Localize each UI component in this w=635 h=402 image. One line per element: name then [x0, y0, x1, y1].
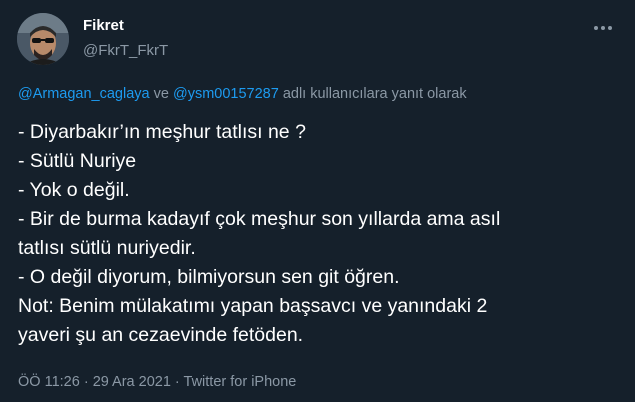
tweet-date[interactable]: 29 Ara 2021: [93, 374, 171, 390]
meta-separator: ·: [79, 374, 93, 390]
avatar-image: [17, 13, 69, 65]
reply-suffix: adlı kullanıcılara yanıt olarak: [278, 86, 467, 102]
tweet-meta: ÖÖ 11:26 · 29 Ara 2021 · Twitter for iPh…: [18, 374, 296, 390]
more-options-icon[interactable]: [591, 20, 615, 36]
reply-context: @Armagan_caglaya ve @ysm00157287 adlı ku…: [18, 86, 467, 102]
tweet-card: Fikret @FkrT_FkrT @Armagan_caglaya ve @y…: [0, 0, 635, 402]
dot: [608, 26, 612, 30]
tweet-source[interactable]: Twitter for iPhone: [184, 374, 297, 390]
author-name[interactable]: Fikret: [83, 17, 124, 34]
dot: [601, 26, 605, 30]
tweet-line: - Bir de burma kadayıf çok meşhur son yı…: [18, 208, 501, 230]
meta-separator: ·: [170, 374, 184, 390]
tweet-line: - O değil diyorum, bilmiyorsun sen git ö…: [18, 266, 400, 288]
tweet-text: - Diyarbakır’ın meşhur tatlısı ne ? - Sü…: [18, 118, 623, 350]
tweet-line: - Yok o değil.: [18, 179, 130, 201]
avatar[interactable]: [17, 13, 69, 65]
tweet-line: - Diyarbakır’ın meşhur tatlısı ne ?: [18, 121, 306, 143]
tweet-line: Not: Benim mülakatımı yapan başsavcı ve …: [18, 295, 488, 317]
author-handle[interactable]: @FkrT_FkrT: [83, 42, 168, 59]
mention-link[interactable]: @ysm00157287: [173, 86, 279, 102]
dot: [594, 26, 598, 30]
reply-connector: ve: [149, 86, 173, 102]
tweet-line: - Sütlü Nuriye: [18, 150, 137, 172]
tweet-line: tatlısı sütlü nuriyedir.: [18, 237, 196, 259]
mention-link[interactable]: @Armagan_caglaya: [18, 86, 150, 102]
tweet-line: yaveri şu an cezaevinde fetöden.: [18, 324, 304, 346]
tweet-time[interactable]: ÖÖ 11:26: [18, 374, 80, 390]
